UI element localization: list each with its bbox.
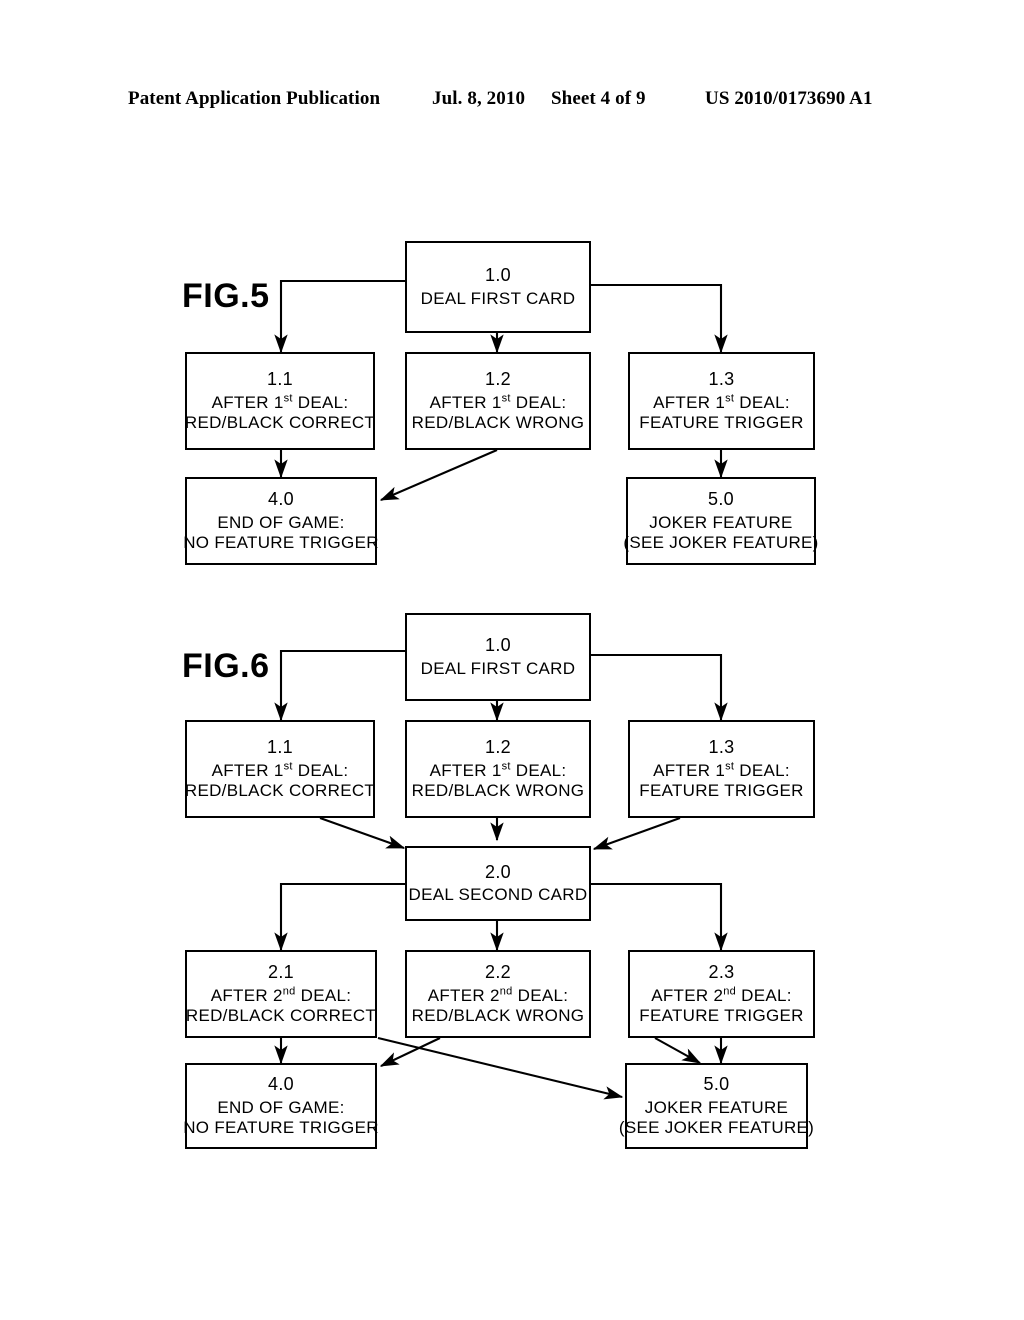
node-fig6-1-0: 1.0 DEAL FIRST CARD — [405, 613, 591, 701]
node-id: 2.1 — [268, 962, 294, 983]
node-line-1: AFTER 2nd DEAL: — [210, 984, 352, 1005]
node-id: 5.0 — [708, 489, 734, 510]
node-id: 2.2 — [485, 962, 511, 983]
node-fig6-5-0: 5.0 JOKER FEATURE (SEE JOKER FEATURE) — [619, 1063, 814, 1149]
node-id: 5.0 — [703, 1074, 730, 1095]
page-header: Patent Application Publication Jul. 8, 2… — [0, 88, 1024, 116]
node-id: 1.3 — [708, 369, 735, 390]
node-line-1: AFTER 1st DEAL: — [211, 391, 349, 412]
node-id: 2.3 — [708, 962, 735, 983]
node-fig6-2-2: 2.2 AFTER 2nd DEAL: RED/BLACK WRONG — [405, 950, 591, 1038]
node-line-1: END OF GAME: — [217, 1097, 345, 1117]
figure-label-fig5: FIG.5 — [182, 277, 270, 315]
figure-label-fig6: FIG.6 — [182, 647, 270, 685]
node-fig6-1-1: 1.1 AFTER 1st DEAL: RED/BLACK CORRECT — [185, 720, 375, 818]
node-line-1: AFTER 1st DEAL: — [653, 759, 790, 780]
node-fig6-2-1: 2.1 AFTER 2nd DEAL: RED/BLACK CORRECT — [185, 950, 377, 1038]
node-line-1: AFTER 1st DEAL: — [429, 759, 567, 780]
node-line-2: RED/BLACK CORRECT — [184, 412, 376, 432]
node-line-1: AFTER 2nd DEAL: — [427, 984, 569, 1005]
node-line-2: (SEE JOKER FEATURE) — [623, 532, 819, 552]
node-id: 4.0 — [268, 1074, 294, 1095]
node-line-2: FEATURE TRIGGER — [639, 412, 804, 432]
node-id: 2.0 — [485, 861, 511, 882]
node-fig6-4-0: 4.0 END OF GAME: NO FEATURE TRIGGER — [183, 1063, 379, 1149]
node-fig5-1-2: 1.2 AFTER 1st DEAL: RED/BLACK WRONG — [405, 352, 591, 450]
document-number: US 2010/0173690 A1 — [705, 88, 873, 109]
node-line-2: NO FEATURE TRIGGER — [183, 1117, 379, 1137]
node-fig5-5-0: 5.0 JOKER FEATURE (SEE JOKER FEATURE) — [623, 477, 819, 565]
patent-page: Patent Application Publication Jul. 8, 2… — [0, 0, 1024, 1320]
node-line-1: DEAL FIRST CARD — [420, 658, 576, 678]
node-id: 1.0 — [485, 635, 511, 656]
publication-title: Patent Application Publication — [128, 88, 381, 109]
node-line-1: END OF GAME: — [217, 512, 345, 532]
node-fig6-2-3: 2.3 AFTER 2nd DEAL: FEATURE TRIGGER — [628, 950, 815, 1038]
node-fig5-1-1: 1.1 AFTER 1st DEAL: RED/BLACK CORRECT — [185, 352, 375, 450]
node-line-1: DEAL SECOND CARD — [408, 885, 588, 905]
node-id: 1.3 — [708, 737, 735, 758]
node-line-2: RED/BLACK WRONG — [411, 412, 585, 432]
node-line-2: RED/BLACK CORRECT — [184, 780, 376, 800]
node-line-2: (SEE JOKER FEATURE) — [618, 1117, 815, 1137]
node-line-2: FEATURE TRIGGER — [639, 780, 804, 800]
node-fig6-1-3: 1.3 AFTER 1st DEAL: FEATURE TRIGGER — [628, 720, 815, 818]
sheet-number: Sheet 4 of 9 — [551, 88, 646, 109]
node-id: 1.2 — [485, 737, 511, 758]
node-id: 4.0 — [268, 489, 294, 510]
node-line-2: RED/BLACK CORRECT — [185, 1005, 377, 1025]
node-line-1: AFTER 1st DEAL: — [653, 391, 790, 412]
node-line-2: RED/BLACK WRONG — [411, 1005, 585, 1025]
node-line-1: AFTER 1st DEAL: — [429, 391, 567, 412]
node-fig5-1-0: 1.0 DEAL FIRST CARD — [405, 241, 591, 333]
publication-date: Jul. 8, 2010 — [432, 88, 526, 109]
node-line-1: JOKER FEATURE — [649, 512, 793, 532]
node-line-2: RED/BLACK WRONG — [411, 780, 585, 800]
node-fig5-1-3: 1.3 AFTER 1st DEAL: FEATURE TRIGGER — [628, 352, 815, 450]
node-id: 1.0 — [485, 265, 511, 286]
node-line-2: FEATURE TRIGGER — [639, 1005, 804, 1025]
node-id: 1.1 — [267, 369, 293, 390]
node-line-2: NO FEATURE TRIGGER — [183, 532, 379, 552]
node-id: 1.1 — [267, 737, 293, 758]
node-line-1: AFTER 1st DEAL: — [211, 759, 349, 780]
node-fig6-2-0: 2.0 DEAL SECOND CARD — [405, 846, 591, 921]
node-fig6-1-2: 1.2 AFTER 1st DEAL: RED/BLACK WRONG — [405, 720, 591, 818]
node-id: 1.2 — [485, 369, 511, 390]
node-line-1: JOKER FEATURE — [644, 1097, 789, 1117]
node-line-1: DEAL FIRST CARD — [420, 288, 576, 308]
node-fig5-4-0: 4.0 END OF GAME: NO FEATURE TRIGGER — [183, 477, 379, 565]
node-line-1: AFTER 2nd DEAL: — [651, 984, 792, 1005]
